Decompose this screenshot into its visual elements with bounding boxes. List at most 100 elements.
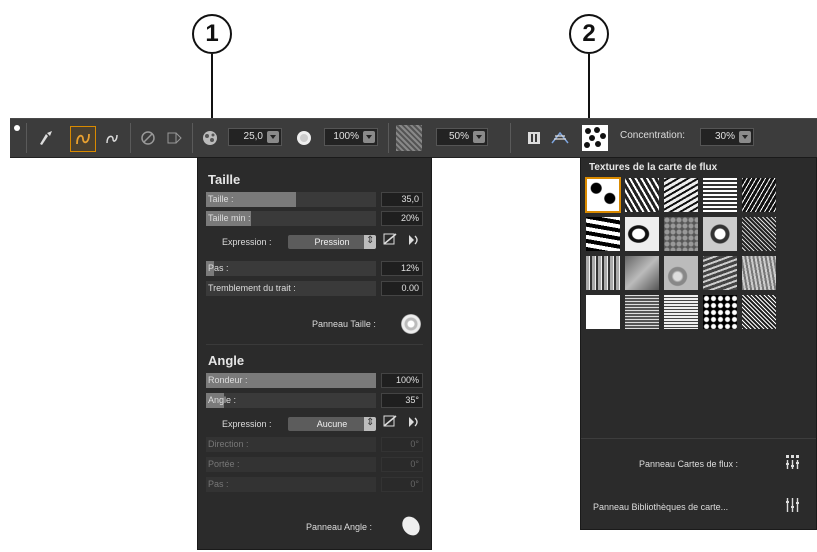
texture-thumbnail[interactable]: [703, 295, 737, 329]
angle-panel-link-label: Panneau Angle :: [306, 522, 373, 532]
toolbar-separator: [130, 123, 131, 153]
min-size-slider[interactable]: Taille min :: [206, 211, 376, 226]
brush-tool-icon[interactable]: [34, 126, 58, 150]
texture-thumbnail[interactable]: [742, 256, 776, 290]
texture-thumbnail[interactable]: [703, 178, 737, 212]
section-divider: [206, 344, 423, 345]
texture-thumbnail[interactable]: [703, 256, 737, 290]
texture-thumbnail[interactable]: [664, 217, 698, 251]
texture-thumbnail[interactable]: [742, 178, 776, 212]
size-panel-link-label: Panneau Taille :: [312, 319, 376, 329]
texture-thumbnail[interactable]: [625, 295, 659, 329]
range-slider: Portée :: [206, 457, 376, 472]
opacity-field[interactable]: 100%: [324, 128, 378, 146]
expression-settings-icon[interactable]: [406, 233, 420, 250]
concentration-value: 30%: [714, 131, 735, 142]
invert-expression-icon[interactable]: [383, 233, 397, 250]
texture-thumbnail[interactable]: [664, 295, 698, 329]
direction-slider: Direction :: [206, 437, 376, 452]
transform-icon[interactable]: [162, 126, 186, 150]
texture-thumbnail[interactable]: [703, 217, 737, 251]
texture-thumbnail[interactable]: [586, 256, 620, 290]
texture-percent-value: 50%: [448, 131, 469, 142]
spacing-value-field[interactable]: 12%: [381, 261, 423, 276]
flow-map-libraries-icon[interactable]: [785, 497, 801, 516]
flow-maps-panel-icon[interactable]: [785, 454, 801, 473]
size-expression-label: Expression :: [222, 237, 272, 247]
toolbar-grip[interactable]: [14, 125, 20, 131]
min-size-value-field[interactable]: 20%: [381, 211, 423, 226]
min-size-label: Taille min :: [208, 213, 251, 223]
pause-icon[interactable]: [522, 126, 546, 150]
eraser-icon[interactable]: [136, 126, 160, 150]
brush-size-icon[interactable]: [198, 126, 222, 150]
angle-expression-select[interactable]: Aucune: [288, 416, 376, 431]
stroke-attributes-icon[interactable]: [100, 126, 124, 150]
size-value-field[interactable]: 35,0: [381, 192, 423, 207]
roundness-value-field[interactable]: 100%: [381, 373, 423, 388]
flow-map-texture-icon[interactable]: [582, 125, 608, 151]
texture-thumbnail[interactable]: [625, 178, 659, 212]
angle-expression-label: Expression :: [222, 419, 272, 429]
jitter-value-field[interactable]: 0.00: [381, 281, 423, 296]
texture-thumbnail[interactable]: [625, 256, 659, 290]
texture-thumbnail[interactable]: [664, 178, 698, 212]
invert-angle-expression-icon[interactable]: [383, 415, 397, 432]
texture-percent-field[interactable]: 50%: [436, 128, 488, 146]
dynamic-speckles-icon[interactable]: [70, 126, 96, 152]
concentration-label: Concentration:: [620, 130, 686, 141]
size-panel-button[interactable]: [401, 314, 421, 334]
paper-texture-icon[interactable]: [396, 125, 422, 151]
toolbar-separator: [510, 123, 511, 153]
range-value-field: 0°: [381, 457, 423, 472]
angle-expression-value: Aucune: [316, 419, 348, 429]
toolbar-separator: [26, 123, 27, 153]
angle-step-label: Pas :: [208, 479, 229, 489]
size-slider[interactable]: Taille :: [206, 192, 376, 207]
spacing-label: Pas :: [208, 263, 229, 273]
angle-step-value-field: 0°: [381, 477, 423, 492]
angle-expression-settings-icon[interactable]: [406, 415, 420, 432]
texture-thumbnail[interactable]: [586, 217, 620, 251]
toolbar-separator: [192, 123, 193, 153]
brush-size-angle-popup: Taille Taille : 35,0 Taille min : 20% Ex…: [197, 157, 432, 550]
property-bar: 25,0 100% 50% Concentration: 30%: [10, 118, 817, 158]
range-label: Portée :: [208, 459, 240, 469]
flow-map-texture-popup: Textures de la carte de flux Panneau Car…: [580, 157, 817, 530]
concentration-field[interactable]: 30%: [700, 128, 754, 146]
jitter-label: Tremblement du trait :: [208, 283, 296, 293]
texture-thumbnail[interactable]: [625, 217, 659, 251]
angle-value-field[interactable]: 35°: [381, 393, 423, 408]
angle-label: Angle :: [208, 395, 237, 405]
flow-map-icon[interactable]: [548, 126, 572, 150]
opacity-icon[interactable]: [292, 126, 316, 150]
size-expression-value: Pression: [314, 237, 350, 247]
toolbar-separator: [388, 123, 389, 153]
angle-section-title: Angle: [208, 353, 245, 368]
flow-maps-panel-link-label: Panneau Cartes de flux :: [639, 459, 739, 469]
texture-thumbnail[interactable]: [586, 295, 620, 329]
texture-thumbnail[interactable]: [742, 217, 776, 251]
texture-thumbnail[interactable]: [585, 177, 621, 213]
callout-2-line: [588, 54, 590, 126]
flow-map-libraries-link-label: Panneau Bibliothèques de carte...: [593, 502, 729, 512]
opacity-value: 100%: [333, 131, 359, 142]
footer-divider: [581, 438, 816, 439]
callout-2: 2: [569, 14, 609, 54]
angle-slider[interactable]: Angle :: [206, 393, 376, 408]
size-field[interactable]: 25,0: [228, 128, 282, 146]
size-expression-select[interactable]: Pression: [288, 234, 376, 249]
size-section-title: Taille: [208, 172, 241, 187]
callout-1: 1: [192, 14, 232, 54]
texture-thumbnail[interactable]: [664, 256, 698, 290]
angle-panel-button[interactable]: [398, 513, 424, 539]
jitter-slider[interactable]: Tremblement du trait :: [206, 281, 376, 296]
size-label: Taille :: [208, 194, 234, 204]
direction-value-field: 0°: [381, 437, 423, 452]
roundness-slider[interactable]: Rondeur :: [206, 373, 376, 388]
texture-thumbnail[interactable]: [742, 295, 776, 329]
angle-step-slider: Pas :: [206, 477, 376, 492]
direction-label: Direction :: [208, 439, 249, 449]
roundness-label: Rondeur :: [208, 375, 248, 385]
spacing-slider[interactable]: Pas :: [206, 261, 376, 276]
